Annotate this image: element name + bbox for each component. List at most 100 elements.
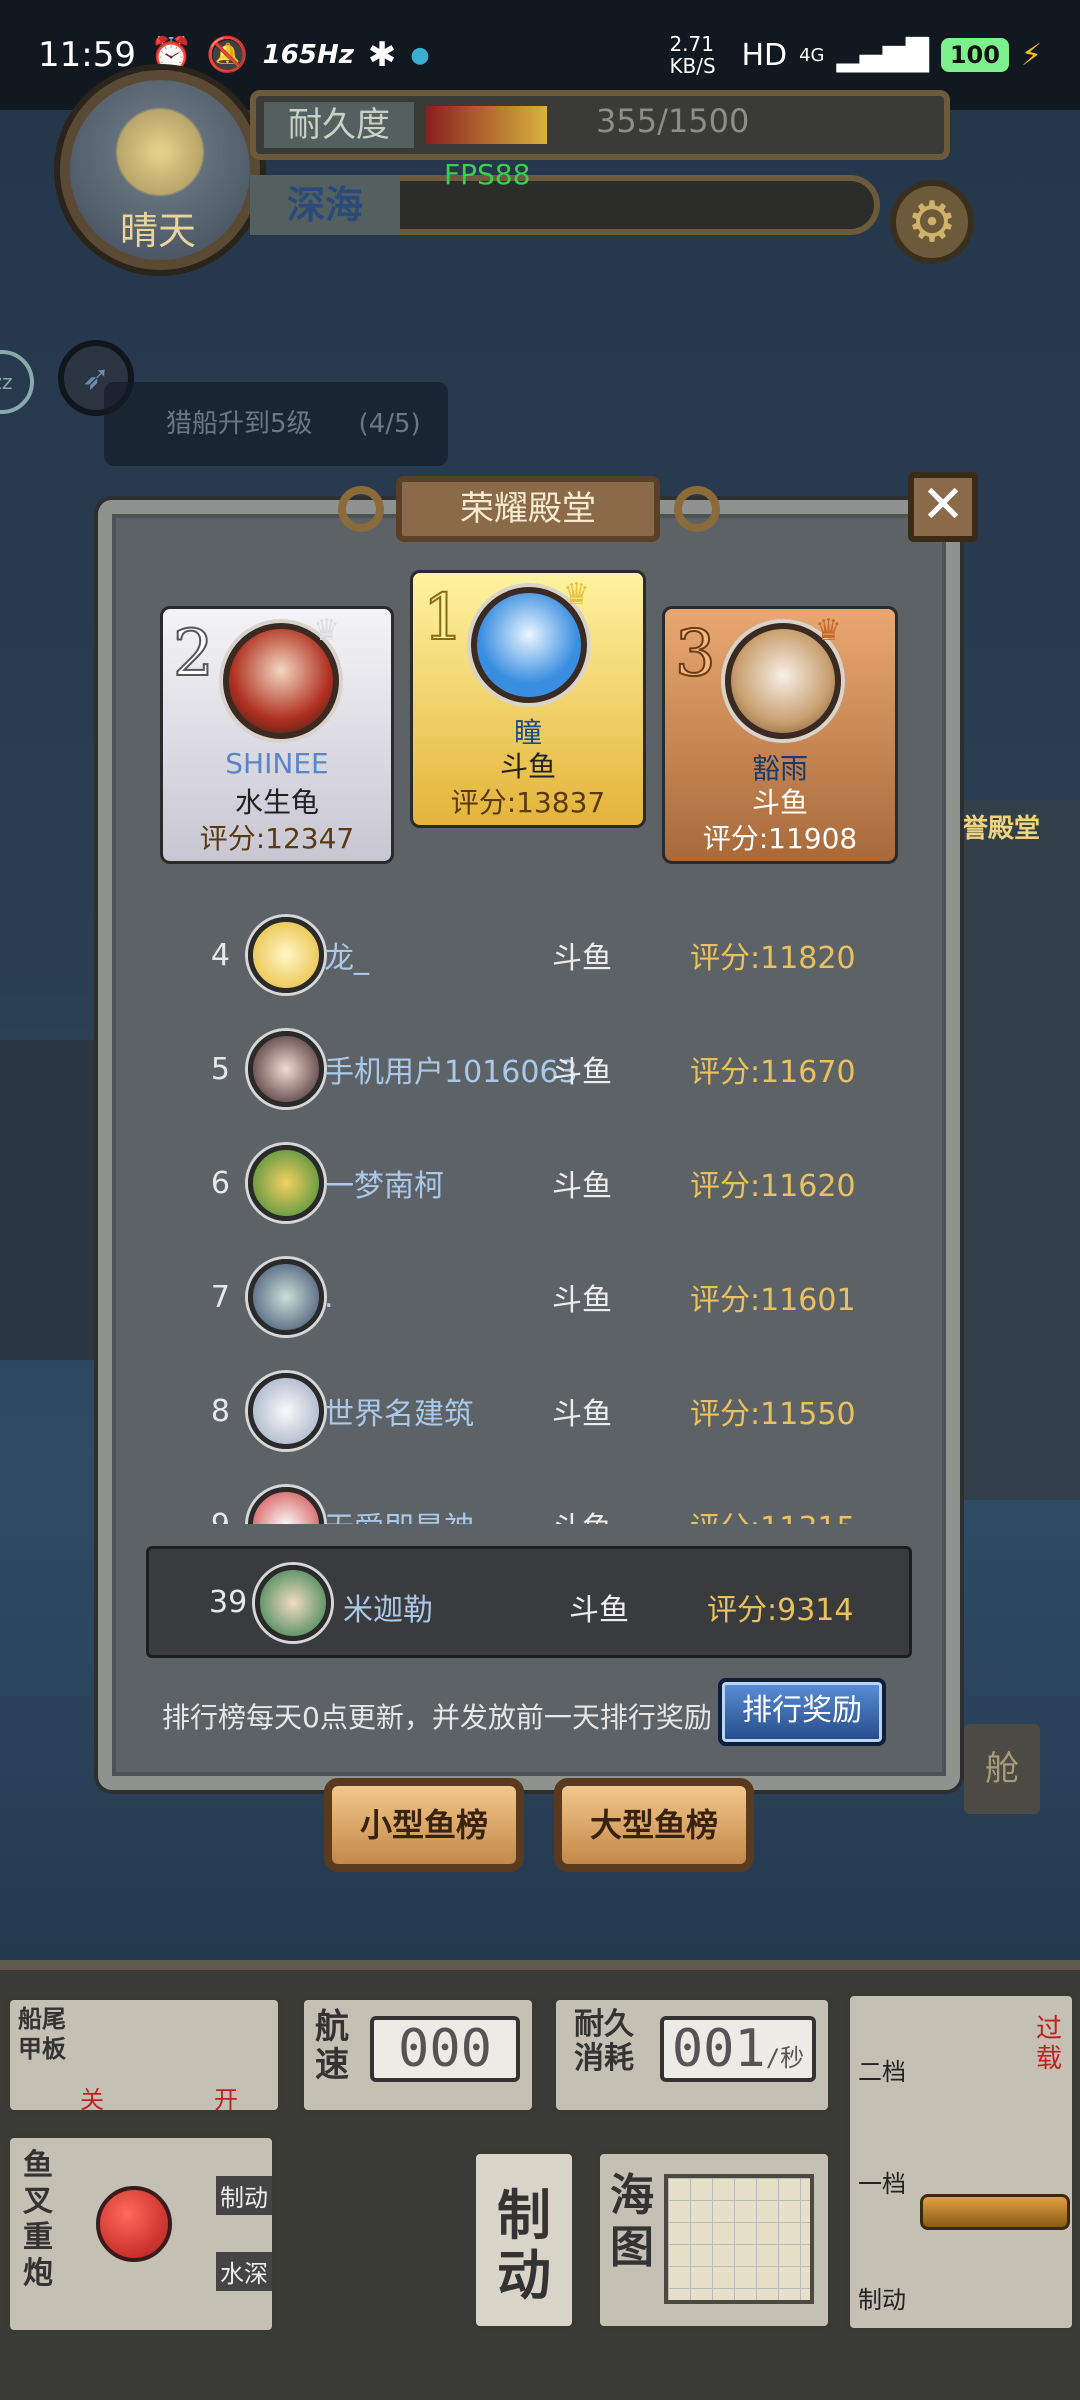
net-speed: 2.71 KB/S (669, 32, 716, 78)
speed-gauge: 000 (370, 2016, 520, 2082)
player-name: 无爱即是神 (324, 1503, 474, 1524)
off-label[interactable]: 关 (80, 2080, 104, 2115)
player-name: 龙_ (324, 941, 369, 976)
list-item[interactable]: 4 龙_ 斗鱼 评分:11820 (160, 898, 900, 1012)
player-platform: 斗鱼 (552, 1169, 612, 1204)
podium-card-2[interactable]: 2 ♛ SHINEE 水生龟 评分:12347 (160, 606, 394, 864)
app-icon: ● (410, 42, 430, 68)
avatar (248, 1487, 324, 1524)
player-platform: 斗鱼 (552, 1503, 612, 1524)
clock: 11:59 (38, 35, 136, 75)
gear-2-label[interactable]: 二档 (858, 2052, 906, 2087)
crown-icon: ♛ (563, 577, 590, 612)
avatar (248, 1145, 324, 1221)
crown-icon: ♛ (313, 613, 340, 648)
my-platform: 斗鱼 (569, 1593, 629, 1628)
battery-indicator: 100 (940, 38, 1009, 72)
list-item[interactable]: 8 世界名建筑 斗鱼 评分:11550 (160, 1354, 900, 1468)
player-score: 评分:11820 (690, 941, 856, 976)
list-item[interactable]: 6 一梦南柯 斗鱼 评分:11620 (160, 1126, 900, 1240)
fire-button[interactable] (96, 2186, 172, 2262)
player-platform: 斗鱼 (552, 941, 612, 976)
rank-number: 5 (210, 1051, 230, 1087)
durability-bar: 耐久度 355/1500 (250, 90, 950, 160)
on-label[interactable]: 开 (214, 2080, 238, 2115)
player-name: 世界名建筑 (324, 1397, 474, 1432)
title-ring-left (338, 486, 384, 532)
depth-indicator: 水深 (216, 2252, 272, 2291)
rank-reward-button[interactable]: 排行奖励 (718, 1678, 886, 1746)
podium-score: 评分:11908 (702, 822, 858, 855)
rank-number: 4 (210, 937, 230, 973)
big-brake-button[interactable]: 制动 (494, 2186, 554, 2306)
update-note: 排行榜每天0点更新，并发放前一天排行奖励 (162, 1701, 712, 1734)
depth-label: 深海 (250, 175, 400, 235)
gear-1-label[interactable]: 一档 (858, 2164, 906, 2199)
player-score: 评分:11315 (690, 1503, 856, 1524)
player-name: 一梦南柯 (324, 1169, 444, 1204)
podium-platform: 水生龟 (234, 786, 319, 819)
settings-gear-icon[interactable]: ⚙ (890, 180, 974, 264)
list-item[interactable]: 5 手机用户1016063 斗鱼 评分:11670 (160, 1012, 900, 1126)
list-item[interactable]: 9 无爱即是神 斗鱼 评分:11315 (160, 1468, 900, 1524)
player-platform: 斗鱼 (552, 1055, 612, 1090)
avatar (248, 1031, 324, 1107)
consumption-value: 001 (671, 2019, 766, 2079)
alarm-icon: ⏰ (149, 35, 193, 75)
podium-platform: 斗鱼 (499, 750, 556, 783)
depth-bar: 深海 (250, 175, 880, 235)
podium-card-1[interactable]: 1 ♛ 瞳 斗鱼 评分:13837 (410, 570, 646, 828)
signal-type: 4G (799, 44, 825, 66)
avatar (248, 1373, 324, 1449)
cabin-button[interactable]: 舱 (964, 1724, 1040, 1814)
throttle-lever[interactable] (920, 2194, 1070, 2230)
harpoon-label: 鱼叉重炮 (23, 2148, 53, 2291)
ship-scenery-left (0, 1040, 100, 1360)
podium-name: SHINEE (225, 747, 329, 780)
my-score: 评分:9314 (707, 1593, 854, 1628)
signal-icon: ▂▄▆█ (836, 37, 929, 73)
charging-icon: ⚡ (1020, 37, 1042, 73)
podium-rank: 2 (172, 616, 215, 692)
player-score: 评分:11670 (690, 1055, 856, 1090)
player-platform: 斗鱼 (552, 1283, 612, 1318)
avatar (248, 1259, 324, 1335)
refresh-rate: 165Hz (262, 40, 354, 70)
quest-tracker[interactable]: 猎船升到5级 (4/5) (104, 382, 448, 466)
my-avatar (255, 1565, 331, 1641)
consumption-gauge: 001/秒 (660, 2016, 816, 2082)
sea-chart-map[interactable] (664, 2174, 814, 2304)
hall-of-fame-side-label: 誉殿堂 (962, 814, 1041, 844)
podium-platform: 斗鱼 (751, 786, 808, 819)
player-score: 评分:11550 (690, 1397, 856, 1432)
close-button[interactable]: ✕ (908, 472, 978, 542)
crown-icon: ♛ (815, 613, 842, 648)
modal-title: 荣耀殿堂 (396, 476, 660, 542)
my-name: 米迦勒 (343, 1593, 433, 1628)
quest-text: 猎船升到5级 (166, 409, 313, 439)
ranking-list[interactable]: 4 龙_ 斗鱼 评分:11820 5 手机用户1016063 斗鱼 评分:116… (160, 898, 900, 1524)
rank-number: 9 (160, 1508, 230, 1525)
consumption-unit: /秒 (765, 2044, 805, 2072)
ship-scenery-right (960, 800, 1080, 1500)
durability-fill (426, 106, 547, 144)
podium-card-3[interactable]: 3 ♛ 豁雨 斗鱼 评分:11908 (662, 606, 898, 864)
overload-label: 过载 (1036, 2014, 1063, 2074)
tab-small-fish-rank[interactable]: 小型鱼榜 (324, 1778, 524, 1872)
rank-number: 6 (210, 1165, 230, 1201)
player-score: 评分:11620 (690, 1169, 856, 1204)
my-rank-number: 39 (209, 1585, 248, 1620)
rank-number: 7 (210, 1279, 230, 1315)
quest-progress: (4/5) (358, 409, 421, 439)
my-rank-row: 39 米迦勒 斗鱼 评分:9314 (146, 1546, 912, 1658)
tab-large-fish-rank[interactable]: 大型鱼榜 (554, 1778, 754, 1872)
speed-label: 航速 (315, 2007, 349, 2085)
list-item[interactable]: 7 . 斗鱼 评分:11601 (160, 1240, 900, 1354)
podium-score: 评分:12347 (199, 822, 355, 855)
gear-brake-label[interactable]: 制动 (858, 2280, 906, 2315)
weather-label: 晴天 (120, 209, 197, 253)
player-score: 评分:11601 (690, 1283, 856, 1318)
sea-chart-label[interactable]: 海图 (606, 2170, 658, 2274)
consumption-label: 耐久消耗 (574, 2007, 634, 2076)
durability-label: 耐久度 (264, 102, 414, 148)
